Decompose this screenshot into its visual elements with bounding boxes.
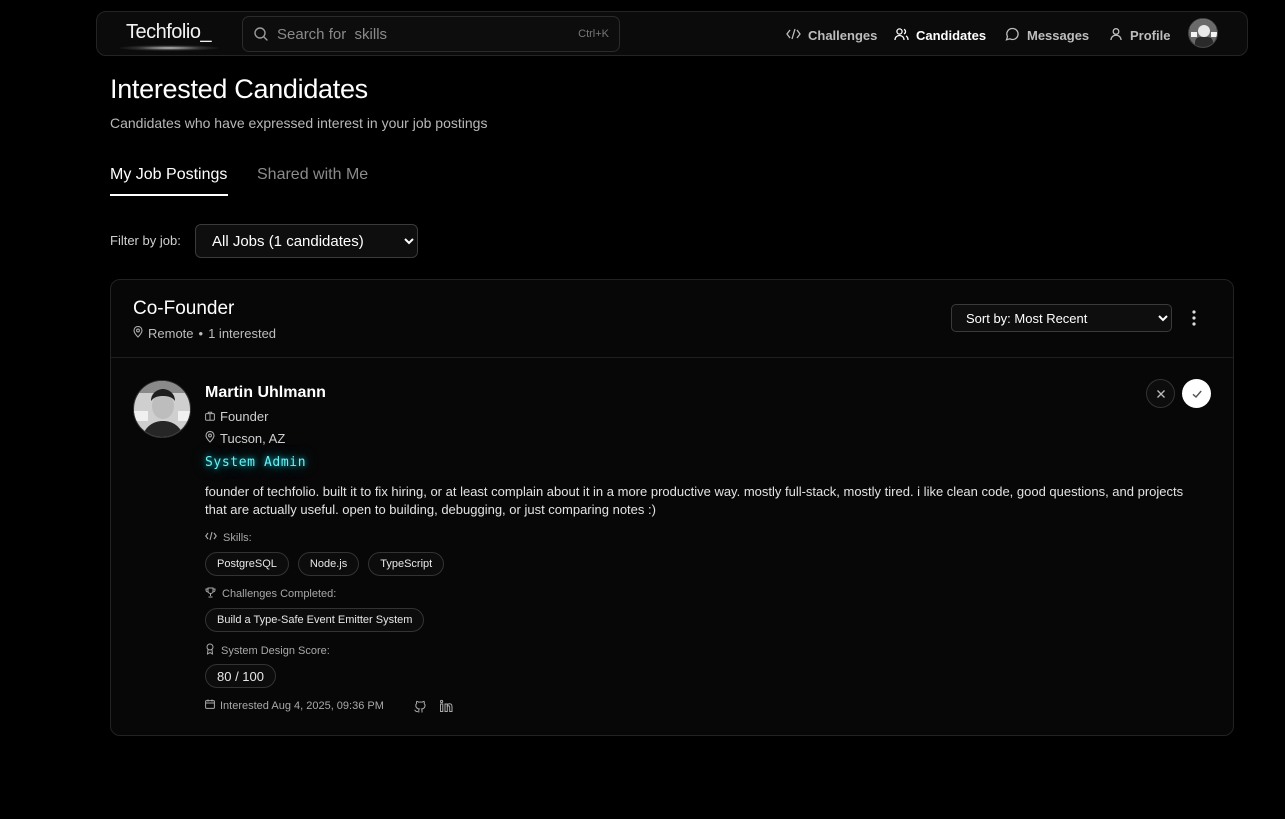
skills-label-row: Skills: [205,531,252,544]
candidate-name[interactable]: Martin Uhlmann [205,384,326,402]
score-label-row: System Design Score: [205,643,330,658]
reject-candidate-button[interactable] [1146,379,1175,408]
challenge-chip[interactable]: Build a Type-Safe Event Emitter System [205,608,425,632]
skills-label: Skills: [223,531,252,544]
card-divider [111,357,1233,358]
job-title: Co-Founder [133,298,235,319]
briefcase-icon [205,409,215,424]
challenges-list: Build a Type-Safe Event Emitter System [205,608,425,632]
job-location: Remote [148,326,194,341]
challenges-label-row: Challenges Completed: [205,587,336,601]
candidate-avatar[interactable] [133,380,191,438]
nav-candidates-label: Candidates [916,27,987,43]
tab-shared-with-me[interactable]: Shared with Me [257,166,368,184]
search-box[interactable]: Ctrl+K [242,16,620,52]
system-admin-badge: System Admin [205,455,307,470]
github-icon [414,700,426,713]
skill-chip[interactable]: TypeScript [368,552,445,576]
calendar-icon [205,699,215,712]
map-pin-icon [133,325,143,341]
job-filter-select[interactable]: All Jobs (1 candidates) [195,224,418,258]
page-title: Interested Candidates [110,74,368,104]
close-icon [1156,389,1165,398]
job-card: Co-Founder Remote • 1 interested Sort by… [110,279,1234,736]
linkedin-icon [439,699,453,712]
interested-date-row: Interested Aug 4, 2025, 09:36 PM [205,699,384,712]
github-link[interactable] [413,699,429,715]
message-icon [1005,27,1020,44]
user-icon [1109,27,1123,44]
page-subtitle: Candidates who have expressed interest i… [110,115,488,131]
candidate-location: Tucson, AZ [220,431,286,446]
nav-messages-label: Messages [1027,27,1090,43]
map-pin-icon [205,430,215,446]
search-shortcut: Ctrl+K [578,28,609,40]
nav-challenges-label: Challenges [808,27,878,43]
nav-messages[interactable]: Messages [1005,25,1089,45]
skill-chip[interactable]: Node.js [297,552,360,576]
check-icon [1192,390,1202,398]
candidate-role-row: Founder [205,409,268,424]
candidate-role: Founder [220,409,269,424]
interested-date: Interested Aug 4, 2025, 09:36 PM [220,699,384,712]
candidate-location-row: Tucson, AZ [205,430,286,446]
candidate-bio: founder of techfolio. built it to fix hi… [205,484,1184,517]
user-avatar[interactable] [1188,18,1218,48]
filter-label: Filter by job: [110,233,181,248]
challenges-label: Challenges Completed: [222,588,337,600]
score-label: System Design Score: [221,644,330,657]
active-tab-indicator [110,194,228,196]
nav-candidates[interactable]: Candidates [894,25,986,45]
top-navbar: Techfolio_ Ctrl+K Challenges Candidates … [96,11,1248,56]
users-icon [894,27,909,44]
job-meta: Remote • 1 interested [133,325,277,341]
nav-profile[interactable]: Profile [1109,25,1170,45]
skills-list: PostgreSQL Node.js TypeScript [205,552,445,576]
accept-candidate-button[interactable] [1182,379,1211,408]
more-options-button[interactable] [1184,308,1204,328]
meta-separator: • [198,326,204,341]
skill-chip[interactable]: PostgreSQL [205,552,289,576]
tab-my-job-postings[interactable]: My Job Postings [110,166,227,184]
trophy-icon [205,587,216,601]
search-input[interactable] [277,21,567,47]
nav-challenges[interactable]: Challenges [786,25,877,45]
code-icon [786,27,801,44]
logo-glow [119,45,219,51]
nav-profile-label: Profile [1130,27,1171,43]
sort-select[interactable]: Sort by: Most Recent [951,304,1172,332]
code-icon [205,531,217,544]
job-interested-count: 1 interested [208,326,277,341]
system-design-score: 80 / 100 [205,664,276,688]
logo[interactable]: Techfolio_ [126,21,212,44]
linkedin-link[interactable] [439,699,455,715]
search-icon [253,26,269,47]
more-vertical-icon [1192,310,1196,326]
award-icon [205,643,215,658]
